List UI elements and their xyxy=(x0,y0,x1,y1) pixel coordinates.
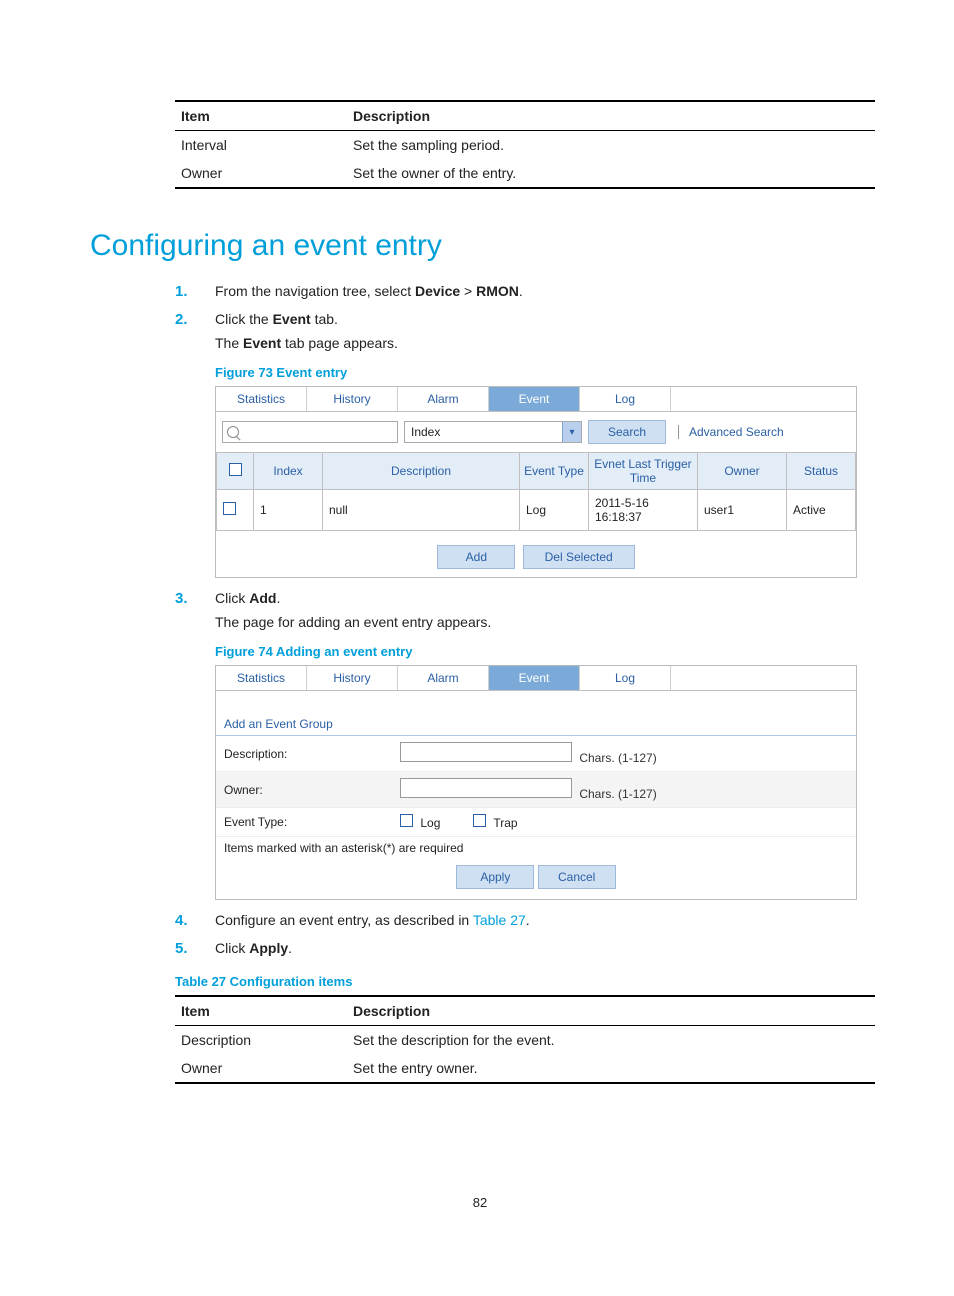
label-description: Description: xyxy=(216,736,392,772)
search-field-dropdown[interactable]: Index ▾ xyxy=(404,421,582,443)
label-event-type: Event Type: xyxy=(216,808,392,837)
col-desc: Description xyxy=(347,101,875,131)
advanced-search-link[interactable]: Advanced Search xyxy=(678,425,784,439)
col-event-type: Event Type xyxy=(520,453,589,490)
cell-desc: Set the owner of the entry. xyxy=(347,159,875,188)
table-27-link[interactable]: Table 27 xyxy=(473,912,526,928)
figure-73: Statistics History Alarm Event Log Index… xyxy=(215,386,857,578)
step-4: Configure an event entry, as described i… xyxy=(175,912,870,928)
row-checkbox[interactable] xyxy=(223,502,236,515)
tab-history[interactable]: History xyxy=(307,387,398,411)
cell-item: Interval xyxy=(175,131,347,160)
search-input[interactable] xyxy=(222,421,398,443)
owner-input[interactable] xyxy=(400,778,572,798)
step-1: From the navigation tree, select Device … xyxy=(175,283,870,299)
search-button[interactable]: Search xyxy=(588,420,666,444)
required-note: Items marked with an asterisk(*) are req… xyxy=(216,837,856,859)
table-27-caption: Table 27 Configuration items xyxy=(175,974,870,989)
cell-item: Owner xyxy=(175,159,347,188)
tab-history[interactable]: History xyxy=(307,666,398,690)
apply-button[interactable]: Apply xyxy=(456,865,534,889)
event-grid: Index Description Event Type Evnet Last … xyxy=(216,452,856,531)
col-owner: Owner xyxy=(698,453,787,490)
event-form: Description: Chars. (1-127) Owner: Chars… xyxy=(216,736,856,837)
col-item: Item xyxy=(175,101,347,131)
step-3: Click Add. The page for adding an event … xyxy=(175,590,870,900)
del-selected-button[interactable]: Del Selected xyxy=(523,545,635,569)
col-index: Index xyxy=(254,453,323,490)
tabs: Statistics History Alarm Event Log xyxy=(216,387,856,412)
item-description-table-top: Item Description Interval Set the sampli… xyxy=(175,100,875,189)
tab-alarm[interactable]: Alarm xyxy=(398,666,489,690)
page-number: 82 xyxy=(0,1195,954,1210)
step-2: Click the Event tab. The Event tab page … xyxy=(175,311,870,578)
figure-73-caption: Figure 73 Event entry xyxy=(215,365,870,380)
col-item: Item xyxy=(175,996,347,1026)
chevron-down-icon: ▾ xyxy=(562,422,581,442)
figure-74-caption: Figure 74 Adding an event entry xyxy=(215,644,870,659)
label-owner: Owner: xyxy=(216,772,392,808)
tab-statistics[interactable]: Statistics xyxy=(216,666,307,690)
tab-log[interactable]: Log xyxy=(580,666,671,690)
form-title: Add an Event Group xyxy=(216,705,856,736)
search-icon xyxy=(227,426,239,438)
cell-desc: Set the entry owner. xyxy=(347,1054,875,1083)
cell-desc: Set the sampling period. xyxy=(347,131,875,160)
add-button[interactable]: Add xyxy=(437,545,515,569)
table-row: 1 null Log 2011-5-16 16:18:37 user1 Acti… xyxy=(217,490,856,531)
tab-event[interactable]: Event xyxy=(489,666,580,690)
col-checkbox xyxy=(217,453,254,490)
tab-statistics[interactable]: Statistics xyxy=(216,387,307,411)
col-description: Description xyxy=(323,453,520,490)
table-27: Item Description Description Set the des… xyxy=(175,995,875,1084)
col-desc: Description xyxy=(347,996,875,1026)
cell-item: Owner xyxy=(175,1054,347,1083)
cancel-button[interactable]: Cancel xyxy=(538,865,616,889)
cell-desc: Set the description for the event. xyxy=(347,1026,875,1055)
tab-log[interactable]: Log xyxy=(580,387,671,411)
checkbox-trap[interactable] xyxy=(473,814,486,827)
col-status: Status xyxy=(787,453,856,490)
checkbox-log[interactable] xyxy=(400,814,413,827)
tabs: Statistics History Alarm Event Log xyxy=(216,666,856,691)
cell-item: Description xyxy=(175,1026,347,1055)
tab-event[interactable]: Event xyxy=(489,387,580,411)
section-heading: Configuring an event entry xyxy=(90,229,870,263)
description-input[interactable] xyxy=(400,742,572,762)
figure-74: Statistics History Alarm Event Log Add a… xyxy=(215,665,857,900)
tab-alarm[interactable]: Alarm xyxy=(398,387,489,411)
step-5: Click Apply. xyxy=(175,940,870,956)
checkbox-icon[interactable] xyxy=(229,463,242,476)
col-trigger-time: Evnet Last Trigger Time xyxy=(589,453,698,490)
